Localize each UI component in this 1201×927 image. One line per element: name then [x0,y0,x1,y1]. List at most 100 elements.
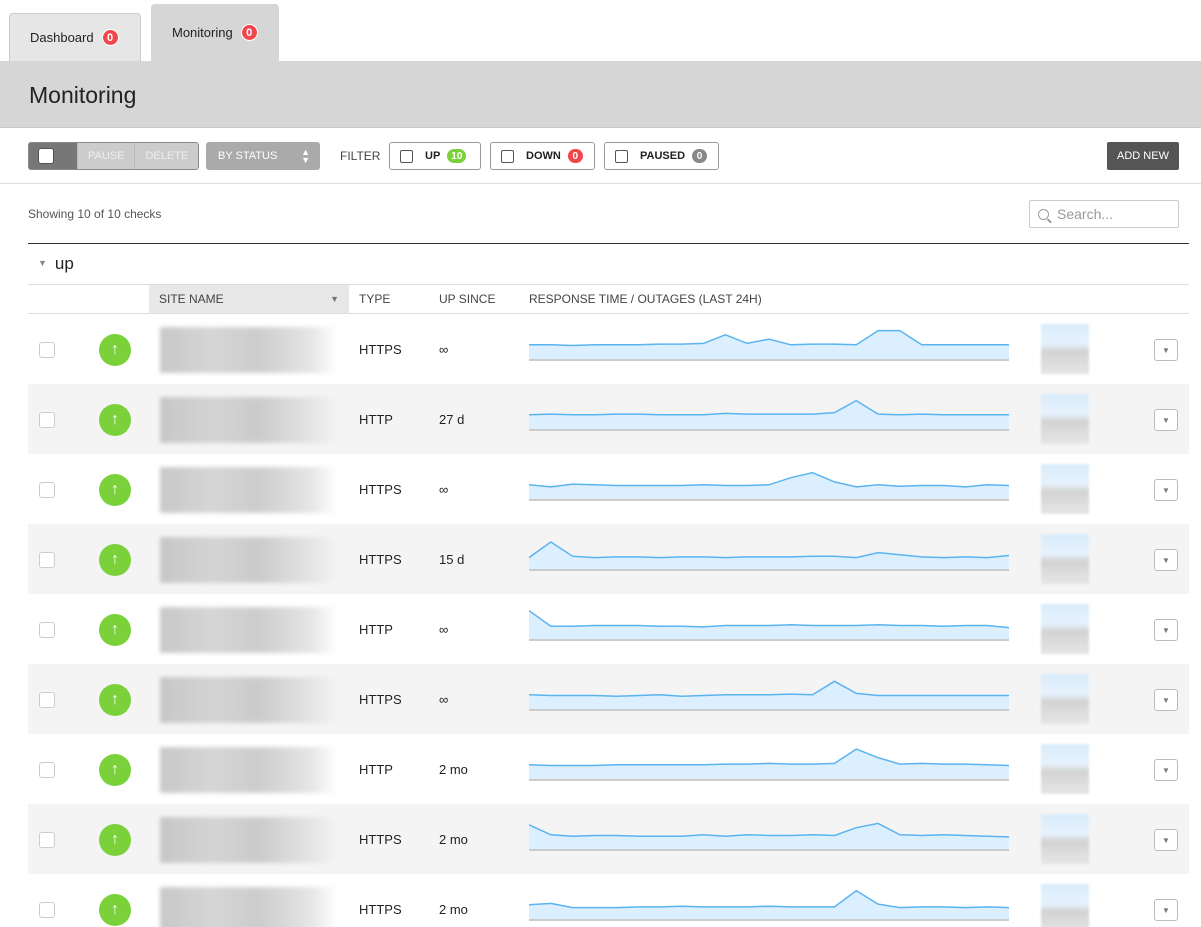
checkbox-box [615,149,628,163]
row-actions-dropdown[interactable]: ▼ [1154,619,1178,641]
filter-paused-label: PAUSED [640,150,686,162]
row-actions-dropdown[interactable]: ▼ [1154,899,1178,921]
site-name-redacted[interactable] [160,327,338,373]
status-up-icon: ↑ [99,404,131,436]
group-title: up [54,254,74,273]
table-row[interactable]: ↑ HTTPS ∞ ▼ [28,454,1189,524]
column-label: SITE NAME [159,292,224,306]
tab-label: Monitoring [172,24,233,40]
site-name-redacted[interactable] [160,817,338,863]
response-time-sparkline [529,329,1009,361]
table-row[interactable]: ↑ HTTPS 2 mo ▼ [28,804,1189,874]
uptime-thumbnail [1041,674,1089,724]
status-up-icon: ↑ [99,684,131,716]
status-up-icon: ↑ [99,824,131,856]
table-row[interactable]: ↑ HTTPS 15 d ▼ [28,524,1189,594]
row-actions-dropdown[interactable]: ▼ [1154,479,1178,501]
results-count: Showing 10 of 10 checks [28,207,162,221]
up-since: ∞ [439,342,449,357]
uptime-thumbnail [1041,534,1089,584]
collapse-triangle-icon: ▼ [38,258,47,268]
up-since: ∞ [439,622,449,637]
filter-paused-button[interactable]: PAUSED 0 [604,142,719,170]
select-all-checkbox[interactable] [29,143,77,169]
response-time-sparkline [529,399,1009,431]
pause-button[interactable]: PAUSE [77,143,135,169]
sparkline-line [529,748,1009,767]
site-name-redacted[interactable] [160,607,338,653]
filter-up-label: UP [425,150,441,162]
sparkline-area [529,890,1009,919]
group-header-up[interactable]: ▼ up [38,254,74,274]
response-time-sparkline [529,541,1009,571]
down-count-badge: 0 [566,148,584,164]
row-actions-dropdown[interactable]: ▼ [1154,339,1178,361]
up-since: 2 mo [439,832,468,847]
table-row[interactable]: ↑ HTTP ∞ ▼ [28,594,1189,664]
site-name-redacted[interactable] [160,397,338,443]
filter-label: FILTER [340,149,381,163]
table-row[interactable]: ↑ HTTPS ∞ ▼ [28,314,1189,384]
sparkline-line [529,399,1009,416]
response-time-sparkline [529,748,1009,781]
row-actions-dropdown[interactable]: ▼ [1154,829,1178,851]
row-checkbox[interactable] [39,692,55,708]
check-type: HTTPS [359,342,402,357]
row-checkbox[interactable] [39,552,55,568]
up-since: 15 d [439,552,465,567]
row-checkbox[interactable] [39,622,55,638]
row-actions-dropdown[interactable]: ▼ [1154,759,1178,781]
table-row[interactable]: ↑ HTTP 2 mo ▼ [28,734,1189,804]
up-since: 2 mo [439,902,468,917]
sparkline-line [529,471,1009,488]
add-new-button[interactable]: ADD NEW [1107,142,1179,170]
check-type: HTTP [359,622,393,637]
check-type: HTTPS [359,692,402,707]
tab-monitoring[interactable]: Monitoring 0 [151,4,279,61]
filter-down-button[interactable]: DOWN 0 [490,142,595,170]
page-header: Monitoring [0,61,1201,128]
column-header-response-time: RESPONSE TIME / OUTAGES (LAST 24H) [529,292,762,306]
table-row[interactable]: ↑ HTTPS ∞ ▼ [28,664,1189,734]
table-row[interactable]: ↑ HTTPS 2 mo ▼ [28,874,1189,927]
site-name-redacted[interactable] [160,467,338,513]
row-actions-dropdown[interactable]: ▼ [1154,409,1178,431]
status-up-icon: ↑ [99,334,131,366]
up-since: ∞ [439,692,449,707]
sort-select[interactable]: BY STATUS ▲ ▼ [206,142,320,170]
sparkline-area [529,542,1009,569]
search-input[interactable]: Search... [1029,200,1179,228]
response-time-sparkline [529,822,1009,851]
count-badge: 0 [240,23,258,41]
response-time-sparkline [529,889,1009,921]
row-checkbox[interactable] [39,832,55,848]
row-actions-dropdown[interactable]: ▼ [1154,549,1178,571]
status-up-icon: ↑ [99,894,131,926]
table-row[interactable]: ↑ HTTP 27 d ▼ [28,384,1189,454]
site-name-redacted[interactable] [160,887,338,927]
row-actions-dropdown[interactable]: ▼ [1154,689,1178,711]
tab-label: Dashboard [30,30,94,45]
row-checkbox[interactable] [39,762,55,778]
delete-button[interactable]: DELETE [134,143,199,169]
updown-arrows-icon: ▲ ▼ [301,147,310,165]
status-up-icon: ↑ [99,614,131,646]
row-checkbox[interactable] [39,342,55,358]
checkbox-box [501,149,514,163]
row-checkbox[interactable] [39,482,55,498]
row-checkbox[interactable] [39,412,55,428]
row-checkbox[interactable] [39,902,55,918]
site-name-redacted[interactable] [160,677,338,723]
check-type: HTTP [359,412,393,427]
filter-down-label: DOWN [526,150,561,162]
site-name-redacted[interactable] [160,747,338,793]
column-header-site-name[interactable]: SITE NAME ▼ [149,285,349,313]
tab-dashboard[interactable]: Dashboard 0 [9,13,141,61]
site-name-redacted[interactable] [160,537,338,583]
column-header-up-since: UP SINCE [439,292,496,306]
checkbox-box [400,149,413,163]
sparkline-line [529,889,1009,909]
filter-up-button[interactable]: UP 10 [389,142,481,170]
search-icon [1038,208,1049,220]
response-time-sparkline [529,680,1009,711]
